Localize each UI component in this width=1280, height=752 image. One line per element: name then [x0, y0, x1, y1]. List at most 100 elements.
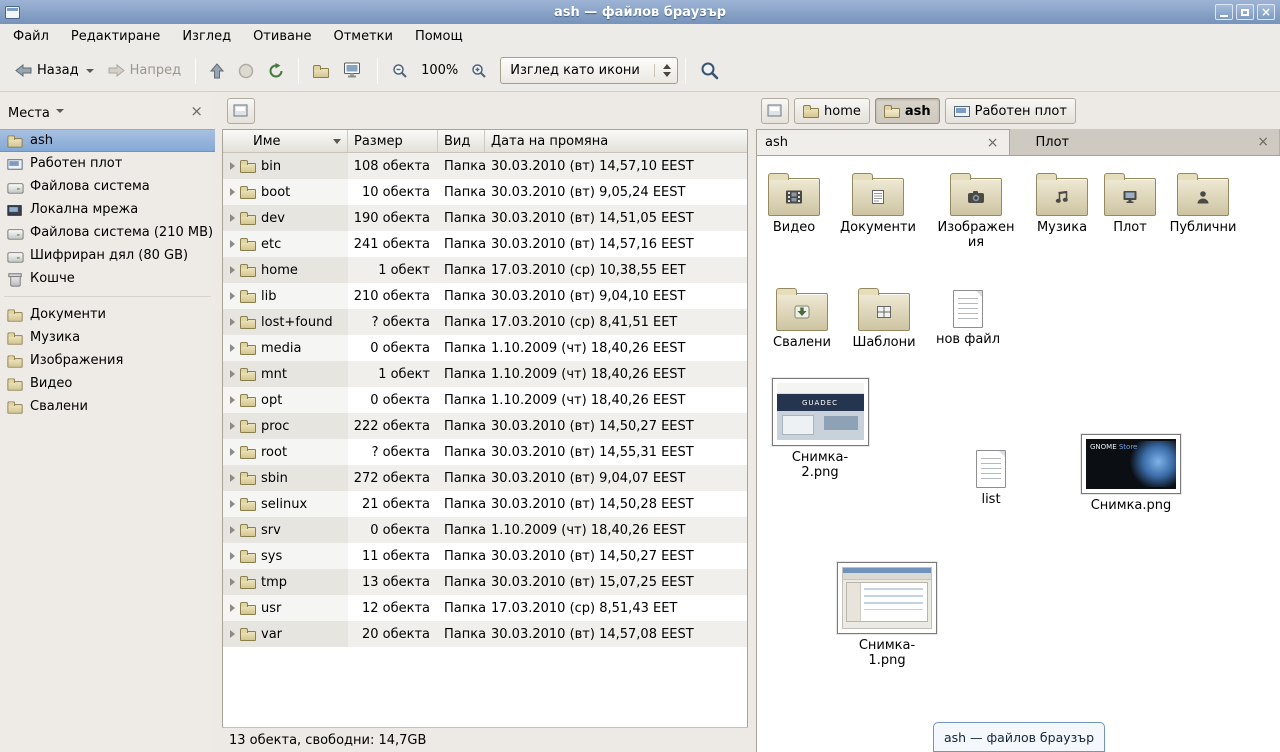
path-button-home[interactable]: home — [794, 98, 870, 124]
expander-icon[interactable] — [230, 448, 235, 456]
pane-location-button[interactable] — [227, 98, 255, 124]
sidebar-item-pictures[interactable]: Изображения — [0, 349, 215, 372]
table-row[interactable]: dev190 обектаПапка30.03.2010 (вт) 14,51,… — [223, 205, 747, 231]
sidebar-item-videos[interactable]: Видео — [0, 372, 215, 395]
tab-ash[interactable]: ash × — [756, 129, 1010, 155]
table-row[interactable]: lost+found? обектаПапка17.03.2010 (ср) 8… — [223, 309, 747, 335]
icon-item-snimka1[interactable]: Снимка-1.png — [835, 562, 939, 668]
icon-item-list[interactable]: list — [949, 444, 1033, 507]
expander-icon[interactable] — [230, 552, 235, 560]
path-button-ash[interactable]: ash — [875, 98, 940, 124]
column-header-type[interactable]: Вид — [438, 130, 485, 152]
reload-button[interactable] — [261, 58, 291, 84]
table-row[interactable]: opt0 обектаПапка1.10.2009 (чт) 18,40,26 … — [223, 387, 747, 413]
sidebar-item-ash[interactable]: ash — [0, 129, 215, 152]
expander-icon[interactable] — [230, 604, 235, 612]
sidebar-title[interactable]: Места — [8, 106, 50, 121]
expander-icon[interactable] — [230, 292, 235, 300]
view-mode-select[interactable]: Изглед като икони — [500, 57, 678, 84]
menu-bookmarks[interactable]: Отметки — [322, 24, 403, 50]
tab-close-icon[interactable]: × — [1255, 135, 1271, 149]
tab-plot[interactable]: Плот × — [1010, 129, 1280, 155]
expander-icon[interactable] — [230, 396, 235, 404]
home-button[interactable] — [306, 58, 336, 84]
table-row[interactable]: tmp13 обектаПапка30.03.2010 (вт) 15,07,2… — [223, 569, 747, 595]
expander-icon[interactable] — [230, 188, 235, 196]
expander-icon[interactable] — [230, 422, 235, 430]
menu-edit[interactable]: Редактиране — [60, 24, 171, 50]
icon-item-templates[interactable]: Шаблони — [842, 287, 926, 350]
menu-help[interactable]: Помощ — [404, 24, 474, 50]
table-row[interactable]: media0 обектаПапка1.10.2009 (чт) 18,40,2… — [223, 335, 747, 361]
table-row[interactable]: sys11 обектаПапка30.03.2010 (вт) 14,50,2… — [223, 543, 747, 569]
icon-item-new-file[interactable]: нов файл — [926, 284, 1010, 347]
expander-icon[interactable] — [230, 344, 235, 352]
table-row[interactable]: boot10 обектаПапка30.03.2010 (вт) 9,05,2… — [223, 179, 747, 205]
pane-splitter[interactable] — [748, 93, 756, 752]
zoom-out-button[interactable] — [385, 58, 415, 84]
sidebar-item-documents[interactable]: Документи — [0, 303, 215, 326]
pane-location-button[interactable] — [761, 98, 789, 124]
forward-button[interactable]: Напред — [101, 58, 188, 83]
zoom-in-button[interactable] — [464, 58, 494, 84]
column-header-size[interactable]: Размер — [348, 130, 438, 152]
table-row[interactable]: proc222 обектаПапка30.03.2010 (вт) 14,50… — [223, 413, 747, 439]
table-row[interactable]: mnt1 обектПапка1.10.2009 (чт) 18,40,26 E… — [223, 361, 747, 387]
icon-item-desktop[interactable]: Плот — [1088, 172, 1172, 235]
expander-icon[interactable] — [230, 162, 235, 170]
column-header-date[interactable]: Дата на промяна — [485, 130, 747, 152]
sidebar-item-encrypted-80gb[interactable]: Шифриран дял (80 GB) — [0, 244, 215, 267]
sidebar-close-icon[interactable]: × — [186, 102, 207, 121]
expander-icon[interactable] — [230, 214, 235, 222]
path-button-desktop[interactable]: Работен плот — [945, 98, 1076, 124]
search-button[interactable] — [693, 56, 726, 85]
sidebar-item-filesystem-210mb[interactable]: Файлова система (210 MB) — [0, 221, 215, 244]
close-button[interactable]: × — [1257, 4, 1275, 20]
stop-button[interactable] — [231, 58, 261, 84]
menu-view[interactable]: Изглед — [171, 24, 242, 50]
menu-go[interactable]: Отиване — [242, 24, 322, 50]
sidebar-item-desktop[interactable]: Работен плот — [0, 152, 215, 175]
tab-close-icon[interactable]: × — [985, 136, 1001, 150]
pane-splitter[interactable] — [215, 93, 222, 752]
table-row[interactable]: srv0 обектаПапка1.10.2009 (чт) 18,40,26 … — [223, 517, 747, 543]
sidebar-item-network[interactable]: Локална мрежа — [0, 198, 215, 221]
table-row[interactable]: selinux21 обектаПапка30.03.2010 (вт) 14,… — [223, 491, 747, 517]
table-row[interactable]: usr12 обектаПапка17.03.2010 (ср) 8,51,43… — [223, 595, 747, 621]
icon-item-downloads[interactable]: Свалени — [760, 287, 844, 350]
back-button[interactable]: Назад — [8, 58, 101, 83]
sidebar-item-downloads[interactable]: Свалени — [0, 395, 215, 418]
expander-icon[interactable] — [230, 240, 235, 248]
icon-item-public[interactable]: Публични — [1161, 172, 1245, 235]
sidebar-item-music[interactable]: Музика — [0, 326, 215, 349]
expander-icon[interactable] — [230, 266, 235, 274]
table-row[interactable]: lib210 обектаПапка30.03.2010 (вт) 9,04,1… — [223, 283, 747, 309]
icon-item-videos[interactable]: Видео — [757, 172, 831, 235]
icon-item-documents[interactable]: Документи — [836, 172, 920, 235]
expander-icon[interactable] — [230, 526, 235, 534]
icon-item-pictures[interactable]: Изображения — [934, 172, 1018, 250]
maximize-button[interactable] — [1236, 4, 1254, 20]
icon-item-snimka2[interactable]: GUADEC Снимка-2.png — [770, 378, 870, 480]
expander-icon[interactable] — [230, 318, 235, 326]
table-row[interactable]: home1 обектПапка17.03.2010 (ср) 10,38,55… — [223, 257, 747, 283]
expander-icon[interactable] — [230, 630, 235, 638]
table-row[interactable]: bin108 обектаПапка30.03.2010 (вт) 14,57,… — [223, 153, 747, 179]
table-row[interactable]: var20 обектаПапка30.03.2010 (вт) 14,57,0… — [223, 621, 747, 647]
expander-icon[interactable] — [230, 370, 235, 378]
up-button[interactable] — [203, 58, 231, 84]
menu-file[interactable]: Файл — [2, 24, 60, 50]
icon-item-snimka[interactable]: GNOME Store Снимка.png — [1079, 434, 1183, 513]
expander-icon[interactable] — [230, 474, 235, 482]
sidebar-item-trash[interactable]: Кошче — [0, 267, 215, 290]
expander-icon[interactable] — [230, 578, 235, 586]
table-row[interactable]: sbin272 обектаПапка30.03.2010 (вт) 9,04,… — [223, 465, 747, 491]
computer-button[interactable] — [336, 57, 370, 84]
table-row[interactable]: root? обектаПапка30.03.2010 (вт) 14,55,3… — [223, 439, 747, 465]
taskbar-window-button[interactable]: ash — файлов браузър — [933, 722, 1105, 752]
expander-icon[interactable] — [230, 500, 235, 508]
column-header-name[interactable]: Име — [223, 130, 348, 152]
minimize-button[interactable] — [1215, 4, 1233, 20]
sidebar-item-filesystem[interactable]: Файлова система — [0, 175, 215, 198]
table-row[interactable]: etc241 обектаПапка30.03.2010 (вт) 14,57,… — [223, 231, 747, 257]
